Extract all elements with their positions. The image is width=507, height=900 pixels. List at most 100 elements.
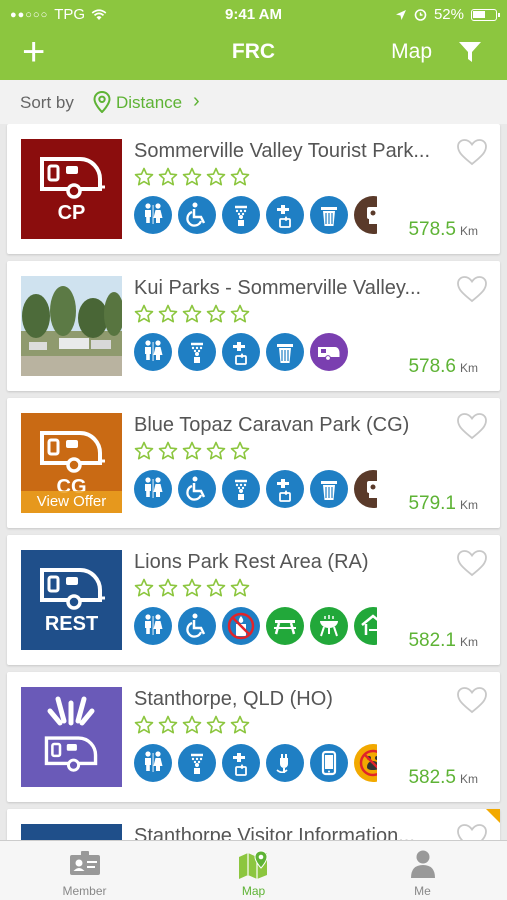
caravan-logo-icon	[40, 157, 105, 199]
amenity-icons	[134, 470, 377, 512]
star-icon[interactable]	[182, 167, 202, 187]
listing-card[interactable]: Stanthorpe Visitor Information...	[7, 809, 500, 840]
distance: 578.5 Km	[408, 219, 478, 241]
dump-point-icon	[354, 470, 377, 508]
listing-card[interactable]: Stanthorpe, QLD (HO) 582.5 Km	[7, 672, 500, 802]
caravan-logo-icon	[40, 431, 105, 473]
distance-unit: Km	[460, 224, 478, 238]
category-label: REST	[44, 613, 99, 635]
wheelchair-icon	[178, 607, 216, 645]
shower-icon	[178, 333, 216, 371]
star-icon[interactable]	[206, 578, 226, 598]
star-icon[interactable]	[158, 304, 178, 324]
star-icon[interactable]	[158, 715, 178, 735]
star-icon[interactable]	[134, 715, 154, 735]
distance-unit: Km	[460, 772, 478, 786]
filter-icon[interactable]	[458, 40, 482, 64]
star-icon[interactable]	[206, 167, 226, 187]
amenity-icons	[134, 607, 377, 649]
listing-card[interactable]: Kui Parks - Sommerville Valley... 578.6 K…	[7, 261, 500, 391]
listing-card[interactable]: CP Sommerville Valley Tourist Park... 57…	[7, 124, 500, 254]
star-icon[interactable]	[206, 304, 226, 324]
star-icon[interactable]	[206, 441, 226, 461]
star-icon[interactable]	[206, 715, 226, 735]
rating-stars[interactable]	[134, 578, 250, 598]
top-bar: ●●○○○ TPG 9:41 AM 52% + FRC Map	[0, 0, 507, 80]
favorite-heart-icon[interactable]	[456, 686, 488, 714]
view-offer-button[interactable]: View Offer	[21, 491, 122, 513]
location-arrow-icon	[395, 9, 406, 20]
listing-card[interactable]: REST Lions Park Rest Area (RA) 582.1 Km	[7, 535, 500, 665]
tab-label: Map	[241, 884, 266, 898]
listing-list: CP Sommerville Valley Tourist Park... 57…	[0, 124, 507, 840]
toilets-icon	[134, 196, 172, 234]
status-bar: ●●○○○ TPG 9:41 AM 52%	[0, 4, 507, 26]
map-button[interactable]: Map	[391, 40, 432, 64]
caravan-icon	[310, 333, 348, 371]
wheelchair-icon	[178, 196, 216, 234]
star-icon[interactable]	[230, 304, 250, 324]
listing-name: Stanthorpe, QLD (HO)	[134, 688, 333, 710]
distance: 578.6 Km	[408, 356, 478, 378]
wheelchair-icon	[178, 470, 216, 508]
rating-stars[interactable]	[134, 715, 250, 735]
shower-icon	[178, 744, 216, 782]
sort-value[interactable]: Distance	[116, 93, 182, 113]
favorite-heart-icon[interactable]	[456, 412, 488, 440]
tab-label: Me	[414, 884, 431, 898]
star-icon[interactable]	[158, 578, 178, 598]
distance-unit: Km	[460, 635, 478, 649]
star-icon[interactable]	[182, 578, 202, 598]
distance-unit: Km	[460, 361, 478, 375]
favorite-heart-icon[interactable]	[456, 549, 488, 577]
star-icon[interactable]	[230, 578, 250, 598]
listing-name: Blue Topaz Caravan Park (CG)	[134, 414, 410, 436]
distance: 582.1 Km	[408, 630, 478, 652]
nav-bar: + FRC Map	[0, 30, 507, 76]
no-drinking-water-icon	[222, 607, 260, 645]
listing-name: Stanthorpe Visitor Information...	[134, 825, 415, 840]
sort-bar[interactable]: Sort by Distance ›	[0, 80, 507, 124]
no-pets-icon	[354, 744, 377, 782]
tab-me[interactable]: Me	[338, 841, 507, 900]
listing-name: Sommerville Valley Tourist Park...	[134, 140, 431, 162]
star-icon[interactable]	[182, 441, 202, 461]
rating-stars[interactable]	[134, 304, 250, 324]
toilets-icon	[134, 333, 172, 371]
power-plug-icon	[266, 744, 304, 782]
favorite-heart-icon[interactable]	[456, 275, 488, 303]
person-icon	[410, 850, 435, 878]
shelter-icon	[354, 607, 377, 645]
star-icon[interactable]	[182, 715, 202, 735]
star-icon[interactable]	[134, 578, 154, 598]
water-tap-icon	[266, 470, 304, 508]
rating-stars[interactable]	[134, 441, 250, 461]
water-tap-icon	[222, 744, 260, 782]
star-icon[interactable]	[230, 167, 250, 187]
star-icon[interactable]	[230, 441, 250, 461]
category-label: CP	[57, 202, 86, 224]
tab-map[interactable]: Map	[169, 841, 338, 900]
star-icon[interactable]	[134, 441, 154, 461]
distance-value: 579.1	[408, 493, 456, 514]
tab-member[interactable]: Member	[0, 841, 169, 900]
alarm-icon	[414, 9, 427, 21]
favorite-heart-icon[interactable]	[456, 823, 488, 840]
listing-name: Lions Park Rest Area (RA)	[134, 551, 369, 573]
rating-stars[interactable]	[134, 167, 250, 187]
toilets-icon	[134, 607, 172, 645]
corner-flag	[486, 809, 500, 823]
shower-icon	[222, 196, 260, 234]
star-icon[interactable]	[134, 304, 154, 324]
favorite-heart-icon[interactable]	[456, 138, 488, 166]
star-icon[interactable]	[134, 167, 154, 187]
bbq-icon	[310, 607, 348, 645]
star-icon[interactable]	[230, 715, 250, 735]
star-icon[interactable]	[158, 441, 178, 461]
listing-card[interactable]: CG View Offer Blue Topaz Caravan Park (C…	[7, 398, 500, 528]
star-icon[interactable]	[182, 304, 202, 324]
star-icon[interactable]	[158, 167, 178, 187]
distance-value: 582.5	[408, 767, 456, 788]
listing-photo	[21, 276, 122, 376]
category-badge: CP	[21, 139, 122, 239]
